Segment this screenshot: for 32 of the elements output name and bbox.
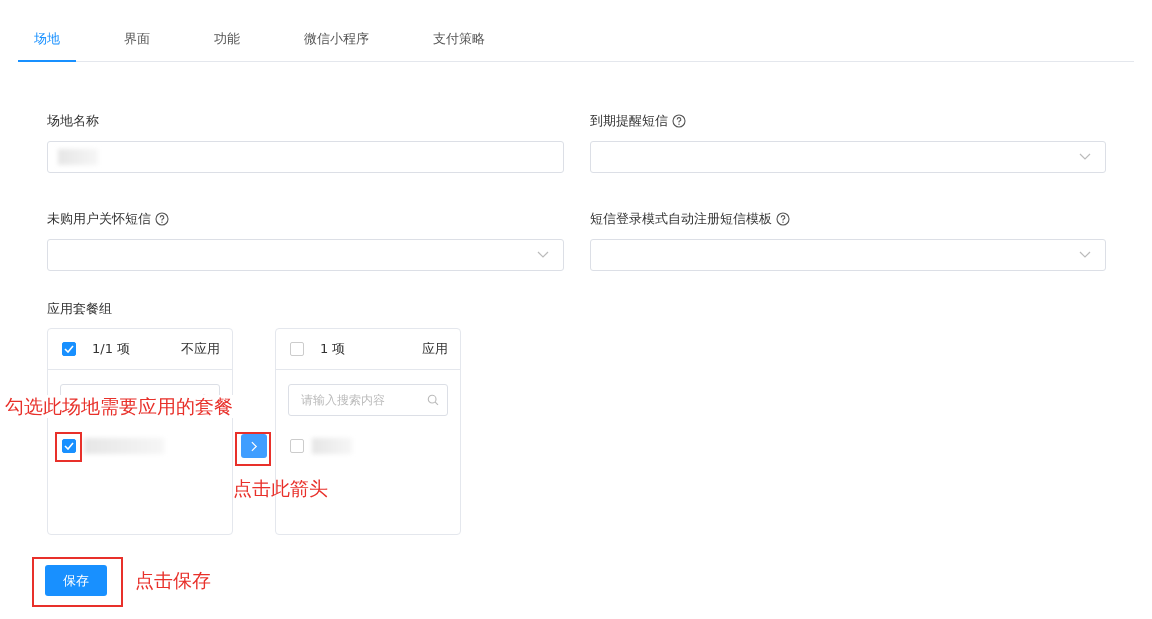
search-icon (427, 394, 439, 406)
panel-title: 不应用 (181, 340, 220, 358)
highlight-frame (235, 432, 271, 466)
select-field[interactable] (590, 141, 1106, 173)
highlight-frame (55, 432, 82, 462)
item-count: 1/1 项 (92, 340, 132, 358)
annotation-tooltip: 勾选此场地需要应用的套餐 (5, 395, 233, 418)
chevron-down-icon (1079, 153, 1091, 161)
field-label: 未购用户关怀短信 (47, 210, 151, 228)
select-field[interactable] (590, 239, 1106, 271)
chevron-right-icon (250, 440, 258, 452)
text-field[interactable] (47, 141, 564, 173)
annotation-text: 点击保存 (135, 568, 211, 593)
checkbox[interactable] (290, 342, 304, 356)
item-count: 1 项 (320, 340, 347, 358)
checkbox[interactable] (290, 439, 304, 453)
field-label: 应用套餐组 (47, 300, 113, 318)
field-label: 到期提醒短信 (590, 112, 668, 130)
select-field[interactable] (47, 239, 564, 271)
tab[interactable]: 功能 (198, 30, 256, 62)
chevron-down-icon (1079, 251, 1091, 259)
checkbox[interactable] (62, 342, 76, 356)
move-right-button[interactable] (241, 434, 267, 458)
chevron-down-icon (537, 251, 549, 259)
field-label: 短信登录模式自动注册短信模板 (590, 210, 772, 228)
checkbox[interactable] (62, 439, 76, 453)
field-label: 场地名称 (47, 112, 99, 130)
tab[interactable]: 界面 (108, 30, 166, 62)
annotation-text: 点击此箭头 (233, 476, 328, 501)
panel-title: 应用 (422, 340, 448, 358)
tab[interactable]: 支付策略 (417, 30, 501, 62)
tab[interactable]: 微信小程序 (288, 30, 385, 62)
